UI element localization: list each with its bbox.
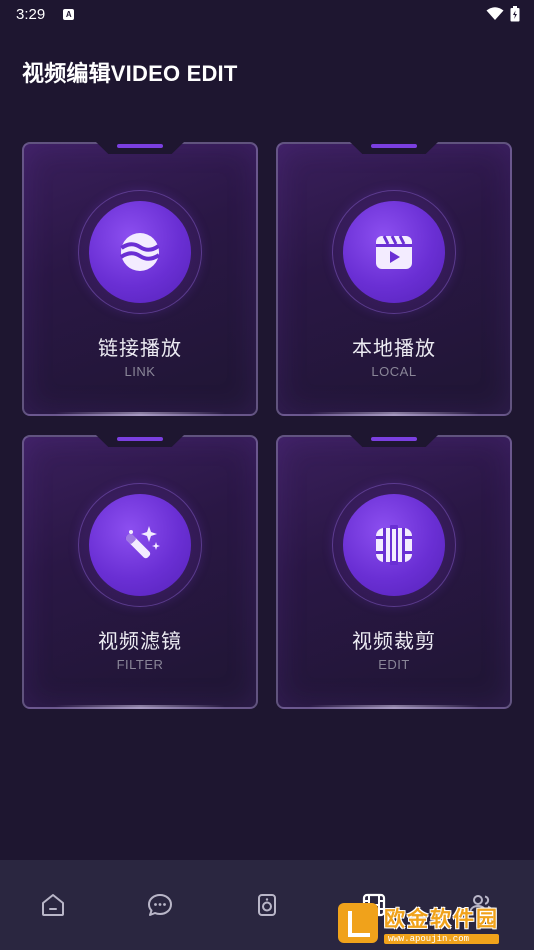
icon-circle	[89, 494, 191, 596]
status-right	[486, 6, 520, 22]
watermark-text: 欧金软件园 www.apoujin.com	[384, 903, 499, 944]
status-left: 3:29 A	[16, 5, 75, 23]
watermark-logo	[338, 903, 378, 943]
watermark: 欧金软件园 www.apoujin.com	[338, 900, 528, 946]
card-sublabel: EDIT	[378, 657, 410, 672]
card-bottom-line	[55, 705, 225, 709]
card-notch-bar	[371, 437, 417, 441]
page-title: 视频编辑VIDEO EDIT	[22, 61, 238, 86]
icon-ring	[332, 483, 456, 607]
card-label: 视频裁剪	[352, 629, 436, 653]
card-video-crop[interactable]: 视频裁剪 EDIT	[276, 435, 512, 709]
card-bottom-line	[309, 412, 479, 416]
card-local-play[interactable]: 本地播放 LOCAL	[276, 142, 512, 416]
film-crop-icon	[376, 525, 412, 565]
icon-circle	[343, 494, 445, 596]
home-icon	[42, 894, 65, 916]
card-sublabel: LINK	[124, 364, 156, 379]
card-sublabel: LOCAL	[371, 364, 417, 379]
card-video-filter[interactable]: 视频滤镜 FILTER	[22, 435, 258, 709]
icon-ring	[332, 190, 456, 314]
icon-ring	[78, 483, 202, 607]
card-label: 本地播放	[352, 336, 436, 360]
wifi-icon	[486, 7, 504, 20]
magic-wand-icon	[125, 526, 160, 559]
card-bottom-line	[55, 412, 225, 416]
status-time: 3:29	[16, 5, 46, 23]
card-notch-bar	[117, 144, 163, 148]
card-notch-bar	[117, 437, 163, 441]
icon-circle	[89, 201, 191, 303]
card-notch-bar	[371, 144, 417, 148]
status-bar: 3:29 A	[0, 0, 534, 28]
battery-icon	[510, 6, 520, 22]
chat-icon	[148, 894, 173, 916]
watermark-url: www.apoujin.com	[384, 933, 499, 944]
card-sublabel: FILTER	[116, 657, 164, 672]
card-link-play[interactable]: 链接播放 LINK	[22, 142, 258, 416]
speaker-icon	[257, 894, 276, 916]
card-bottom-line	[309, 705, 479, 709]
card-label: 链接播放	[98, 336, 182, 360]
wave-ball-icon	[119, 233, 161, 271]
watermark-title: 欧金软件园	[384, 906, 499, 931]
icon-ring	[78, 190, 202, 314]
nav-speaker[interactable]	[237, 888, 297, 922]
icon-circle	[343, 201, 445, 303]
nav-chat[interactable]	[130, 888, 190, 922]
clapperboard-icon	[376, 235, 412, 269]
card-label: 视频滤镜	[98, 629, 182, 653]
notification-icon: A	[63, 8, 75, 20]
nav-home[interactable]	[23, 888, 83, 922]
